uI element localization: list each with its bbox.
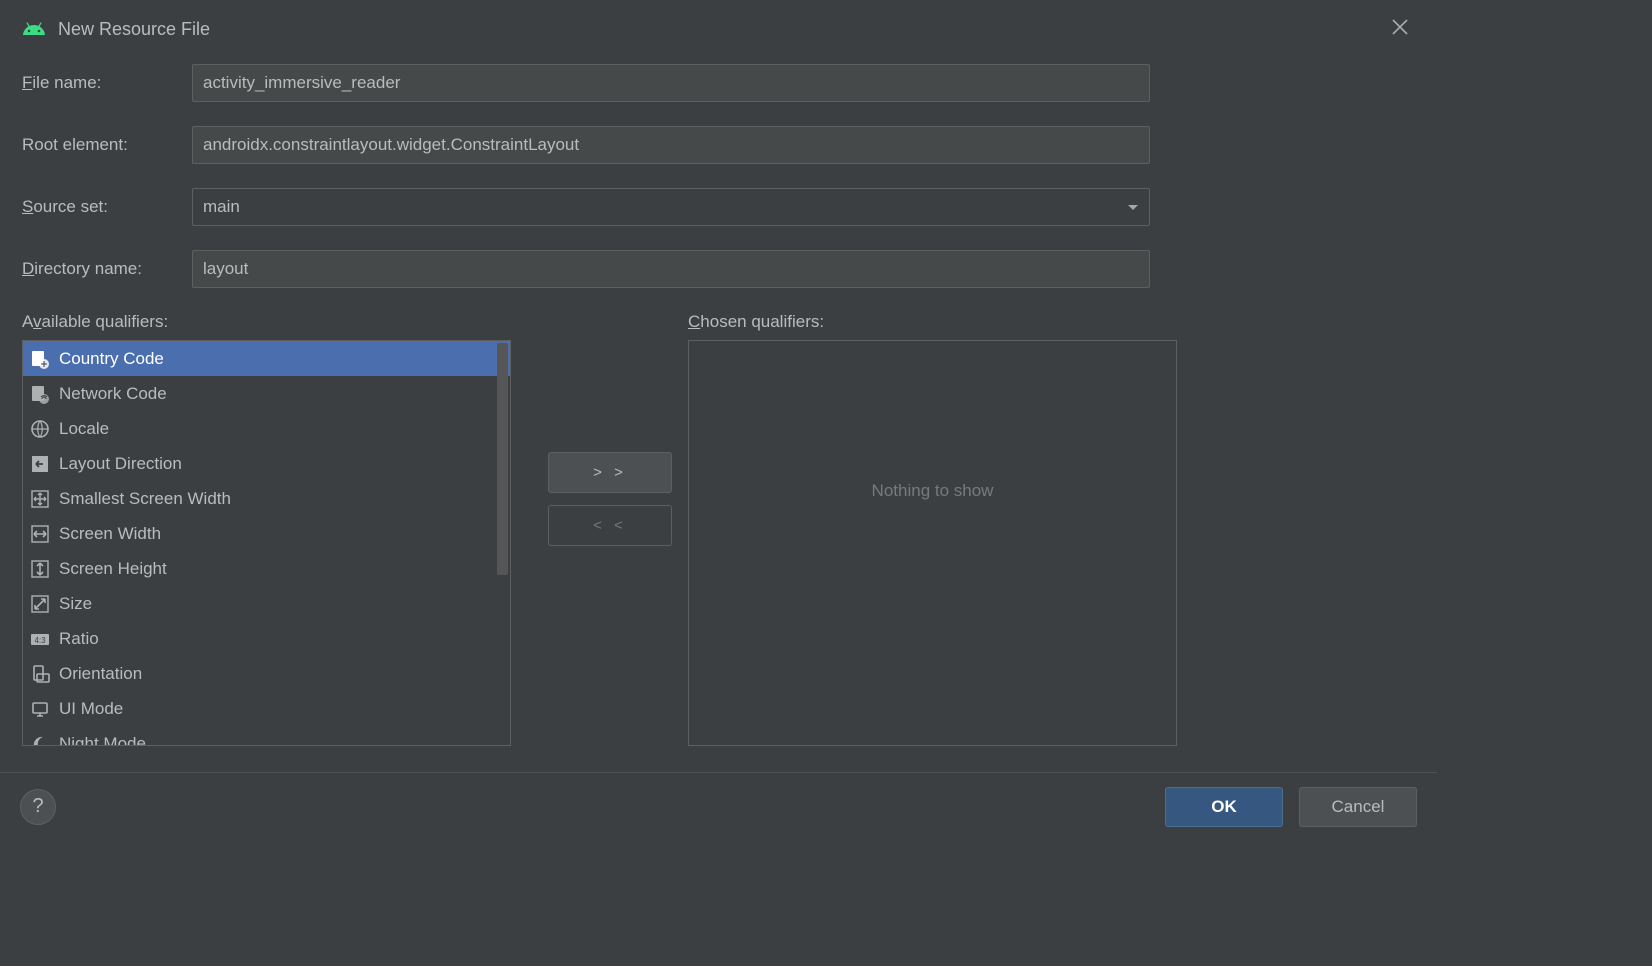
list-item-label: Smallest Screen Width <box>59 489 231 509</box>
list-item[interactable]: Layout Direction <box>23 446 510 481</box>
globe-icon <box>29 418 51 440</box>
android-icon <box>22 17 46 41</box>
list-item-label: Network Code <box>59 384 167 404</box>
file-name-input[interactable] <box>192 64 1150 102</box>
list-item[interactable]: Locale <box>23 411 510 446</box>
scrollbar-thumb[interactable] <box>497 343 508 575</box>
list-item-label: UI Mode <box>59 699 123 719</box>
close-icon[interactable] <box>1385 14 1415 44</box>
network-icon <box>29 383 51 405</box>
root-element-input[interactable] <box>192 126 1150 164</box>
chevron-down-icon <box>1127 197 1139 217</box>
available-qualifiers-list[interactable]: Country Code Network Code Locale Layout Dir… <box>22 340 511 746</box>
list-item-label: Orientation <box>59 664 142 684</box>
ratio-icon: 4:3 <box>29 628 51 650</box>
help-button[interactable]: ? <box>20 789 56 825</box>
list-item[interactable]: Network Code <box>23 376 510 411</box>
svg-text:4:3: 4:3 <box>34 636 46 645</box>
cancel-button[interactable]: Cancel <box>1299 787 1417 827</box>
list-item[interactable]: Size <box>23 586 510 621</box>
remove-qualifier-button[interactable]: < < <box>548 505 672 546</box>
list-item[interactable]: Smallest Screen Width <box>23 481 510 516</box>
list-item[interactable]: Screen Width <box>23 516 510 551</box>
dialog-title: New Resource File <box>58 19 210 40</box>
list-item-label: Ratio <box>59 629 99 649</box>
chosen-qualifiers-list[interactable]: Nothing to show <box>688 340 1177 746</box>
list-item-label: Screen Width <box>59 524 161 544</box>
list-item[interactable]: 4:3 Ratio <box>23 621 510 656</box>
move-icon <box>29 488 51 510</box>
empty-chosen-text: Nothing to show <box>689 481 1176 501</box>
uimode-icon <box>29 698 51 720</box>
add-qualifier-button[interactable]: > > <box>548 452 672 493</box>
directory-name-input[interactable] <box>192 250 1150 288</box>
chosen-qualifiers-label: Chosen qualifiers: <box>688 312 1177 332</box>
night-icon <box>29 733 51 746</box>
list-item-label: Layout Direction <box>59 454 182 474</box>
arrow-left-icon <box>29 453 51 475</box>
v-arrows-icon <box>29 558 51 580</box>
list-item-label: Size <box>59 594 92 614</box>
orient-icon <box>29 663 51 685</box>
h-arrows-icon <box>29 523 51 545</box>
source-set-value: main <box>203 197 240 217</box>
list-item-label: Country Code <box>59 349 164 369</box>
directory-name-label: Directory name: <box>22 259 192 279</box>
list-item-label: Screen Height <box>59 559 167 579</box>
list-item[interactable]: UI Mode <box>23 691 510 726</box>
list-item[interactable]: Country Code <box>23 341 510 376</box>
available-qualifiers-label: Available qualifiers: <box>22 312 532 332</box>
file-name-label: File name: <box>22 73 192 93</box>
root-element-label: Root element: <box>22 135 192 155</box>
diag-icon <box>29 593 51 615</box>
list-item-label: Locale <box>59 419 109 439</box>
list-item[interactable]: Screen Height <box>23 551 510 586</box>
list-item-label: Night Mode <box>59 734 146 746</box>
ok-button[interactable]: OK <box>1165 787 1283 827</box>
list-item[interactable]: Orientation <box>23 656 510 691</box>
source-set-label: Source set: <box>22 197 192 217</box>
country-icon <box>29 348 51 370</box>
source-set-select[interactable]: main <box>192 188 1150 226</box>
list-item[interactable]: Night Mode <box>23 726 510 745</box>
